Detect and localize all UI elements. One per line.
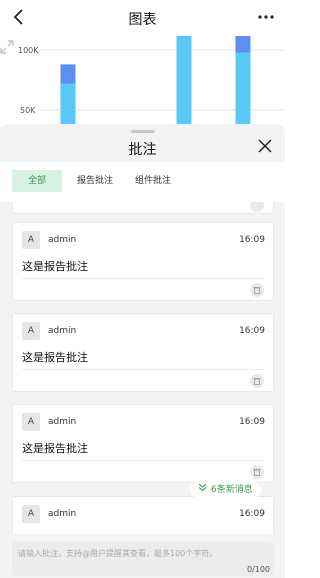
comment-time: 16:09 [239, 326, 265, 336]
bar-chart: 100K 50K [18, 36, 285, 124]
comment-card: A admin 16:09 这是报告批注 [12, 404, 274, 483]
drag-handle[interactable] [131, 130, 155, 133]
delete-icon[interactable] [250, 202, 264, 212]
sheet-title: 批注 [128, 142, 157, 158]
page-title: 图表 [128, 12, 157, 28]
comment-text: 这是报告批注 [22, 351, 88, 364]
delete-icon[interactable] [250, 283, 264, 297]
expand-icon[interactable] [0, 40, 14, 54]
annotation-sheet: 批注 全部 报告批注 组件批注 A admin 16:09 这是报告批注 A a… [0, 124, 285, 578]
double-chevron-down-icon [198, 482, 207, 498]
delete-icon[interactable] [250, 374, 264, 388]
tab-report-annotations[interactable]: 报告批注 [70, 170, 120, 192]
new-messages-pill[interactable]: 6条新消息 [190, 482, 261, 498]
comment-text: 这是报告批注 [22, 260, 88, 273]
divider [22, 278, 264, 279]
comment-card: A admin 16:09 这是报告批注 [12, 313, 274, 392]
new-messages-label: 6条新消息 [211, 485, 253, 495]
char-count: 0/100 [246, 565, 270, 574]
more-icon[interactable] [257, 6, 275, 28]
comment-time: 16:09 [239, 509, 265, 519]
avatar: A [22, 231, 40, 249]
comment-time: 16:09 [239, 235, 265, 245]
bar-series-1 [60, 83, 76, 124]
comment-card: A admin 16:09 这是报告批注 [12, 222, 274, 301]
comment-author: admin [48, 235, 77, 245]
bar-series-1 [176, 36, 192, 124]
y-tick-label: 50K [20, 106, 36, 115]
input-placeholder: 请输入批注，支持@用户提醒其查看，最多100个字符。 [18, 549, 218, 558]
tab-component-annotations[interactable]: 组件批注 [128, 170, 178, 192]
bar-series-1 [235, 52, 251, 124]
comment-time: 16:09 [239, 417, 265, 427]
avatar: A [22, 505, 40, 523]
divider [22, 369, 264, 370]
delete-icon[interactable] [250, 465, 264, 479]
comment-card-partial [12, 202, 274, 214]
comment-author: admin [48, 326, 77, 336]
top-nav: 图表 [0, 0, 285, 36]
close-icon[interactable] [257, 138, 273, 154]
tab-all[interactable]: 全部 [12, 170, 62, 192]
annotation-input[interactable]: 请输入批注，支持@用户提醒其查看，最多100个字符。 0/100 [12, 542, 274, 576]
comment-card: A admin 16:09 [12, 496, 274, 534]
tab-bar: 全部 报告批注 组件批注 [0, 162, 285, 202]
y-tick-label: 100K [18, 46, 39, 55]
avatar: A [22, 413, 40, 431]
chart-area: 100K 50K [0, 36, 285, 124]
input-area: 请输入批注，支持@用户提醒其查看，最多100个字符。 0/100 [0, 534, 285, 578]
comment-author: admin [48, 509, 77, 519]
comment-author: admin [48, 417, 77, 427]
comment-text: 这是报告批注 [22, 442, 88, 455]
divider [22, 460, 264, 461]
avatar: A [22, 322, 40, 340]
